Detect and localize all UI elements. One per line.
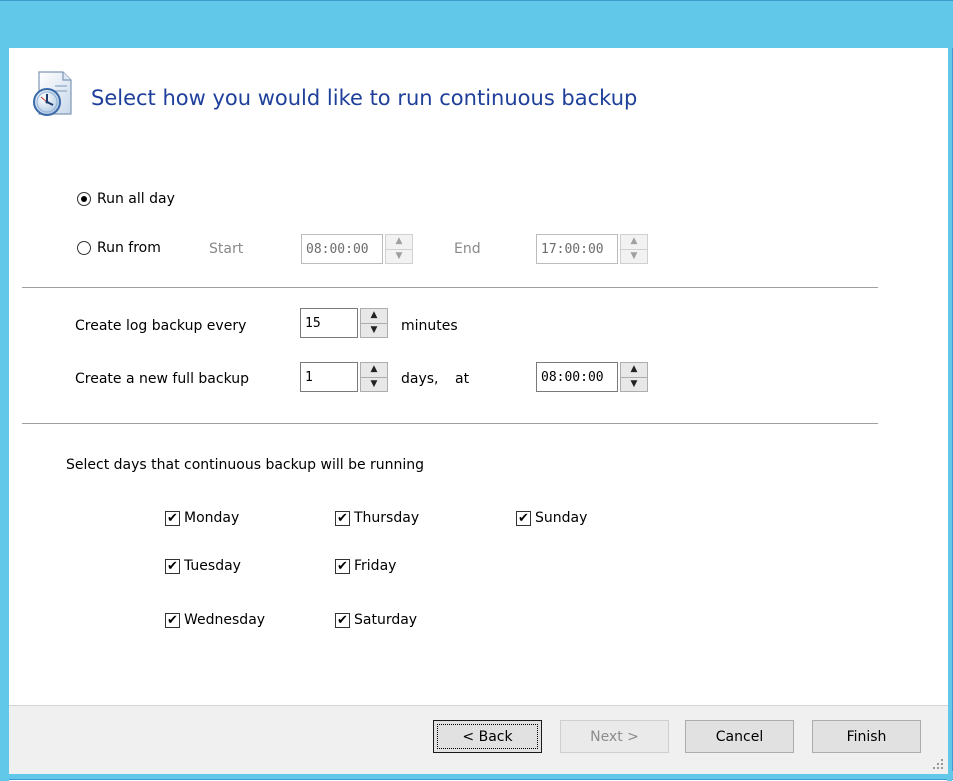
- run-all-day-option[interactable]: Run all day: [77, 191, 175, 207]
- log-backup-spinner[interactable]: 15 ▲ ▼: [300, 308, 388, 338]
- back-button[interactable]: < Back: [433, 720, 542, 753]
- run-from-radio[interactable]: [77, 241, 91, 255]
- log-backup-down-icon[interactable]: ▼: [360, 323, 388, 338]
- day-label: Sunday: [535, 510, 588, 526]
- day-label: Tuesday: [184, 558, 241, 574]
- run-from-label: Run from: [97, 240, 161, 256]
- page-title: Select how you would like to run continu…: [91, 86, 638, 110]
- full-backup-label: Create a new full backup: [75, 371, 250, 387]
- day-label: Friday: [354, 558, 397, 574]
- run-all-day-radio[interactable]: [77, 192, 91, 206]
- log-backup-unit: minutes: [401, 318, 458, 334]
- day-label: Saturday: [354, 612, 418, 628]
- day-checkbox-friday[interactable]: ✔ Friday: [335, 558, 396, 574]
- run-from-option[interactable]: Run from: [77, 240, 161, 256]
- wizard-footer: < Back Next > Cancel Finish: [9, 705, 948, 774]
- checkmark-icon[interactable]: ✔: [335, 510, 350, 526]
- checkmark-icon[interactable]: ✔: [516, 510, 531, 526]
- start-time-input[interactable]: 08:00:00: [301, 234, 383, 264]
- start-time-label: Start: [209, 241, 244, 257]
- day-checkbox-thursday[interactable]: ✔ Thursday: [335, 510, 419, 526]
- end-time-up-icon[interactable]: ▲: [620, 234, 648, 250]
- checkmark-icon[interactable]: ✔: [165, 612, 180, 628]
- full-backup-days-down-icon[interactable]: ▼: [360, 377, 388, 392]
- end-time-label: End: [454, 241, 481, 257]
- day-label: Monday: [184, 510, 240, 526]
- day-checkbox-wednesday[interactable]: ✔ Wednesday: [165, 612, 265, 628]
- full-backup-time-input[interactable]: 08:00:00: [536, 362, 618, 392]
- day-checkbox-tuesday[interactable]: ✔ Tuesday: [165, 558, 241, 574]
- start-time-spinner[interactable]: 08:00:00 ▲ ▼: [301, 234, 413, 264]
- log-backup-input[interactable]: 15: [300, 308, 358, 338]
- section-divider: [22, 287, 878, 288]
- checkmark-icon[interactable]: ✔: [165, 510, 180, 526]
- section-divider: [22, 423, 878, 424]
- checkmark-icon[interactable]: ✔: [335, 612, 350, 628]
- full-backup-time-down-icon[interactable]: ▼: [620, 377, 648, 392]
- day-label: Thursday: [354, 510, 420, 526]
- resize-grip-icon[interactable]: [932, 758, 944, 770]
- checkmark-icon[interactable]: ✔: [165, 558, 180, 574]
- day-checkbox-saturday[interactable]: ✔ Saturday: [335, 612, 417, 628]
- next-button[interactable]: Next >: [560, 720, 669, 753]
- end-time-spinner[interactable]: 17:00:00 ▲ ▼: [536, 234, 648, 264]
- day-label: Wednesday: [184, 612, 266, 628]
- wizard-window: Select how you would like to run continu…: [0, 0, 953, 781]
- full-backup-days-spinner[interactable]: 1 ▲ ▼: [300, 362, 388, 392]
- cancel-button[interactable]: Cancel: [685, 720, 794, 753]
- wizard-page: Select how you would like to run continu…: [9, 48, 948, 774]
- finish-button[interactable]: Finish: [812, 720, 921, 753]
- start-time-up-icon[interactable]: ▲: [385, 234, 413, 250]
- day-checkbox-monday[interactable]: ✔ Monday: [165, 510, 239, 526]
- log-backup-label: Create log backup every: [75, 318, 247, 334]
- end-time-down-icon[interactable]: ▼: [620, 249, 648, 264]
- full-backup-days-input[interactable]: 1: [300, 362, 358, 392]
- run-all-day-label: Run all day: [97, 191, 175, 207]
- start-time-down-icon[interactable]: ▼: [385, 249, 413, 264]
- end-time-input[interactable]: 17:00:00: [536, 234, 618, 264]
- title-bar[interactable]: [0, 1, 953, 48]
- clock-document-icon: [33, 71, 72, 116]
- days-heading: Select days that continuous backup will …: [66, 457, 425, 473]
- full-backup-time-spinner[interactable]: 08:00:00 ▲ ▼: [536, 362, 648, 392]
- full-backup-time-up-icon[interactable]: ▲: [620, 362, 648, 378]
- day-checkbox-sunday[interactable]: ✔ Sunday: [516, 510, 587, 526]
- full-backup-days-up-icon[interactable]: ▲: [360, 362, 388, 378]
- window-frame-left: [0, 48, 9, 781]
- full-backup-at-label: at: [455, 371, 470, 387]
- full-backup-unit: days,: [401, 371, 439, 387]
- log-backup-up-icon[interactable]: ▲: [360, 308, 388, 324]
- checkmark-icon[interactable]: ✔: [335, 558, 350, 574]
